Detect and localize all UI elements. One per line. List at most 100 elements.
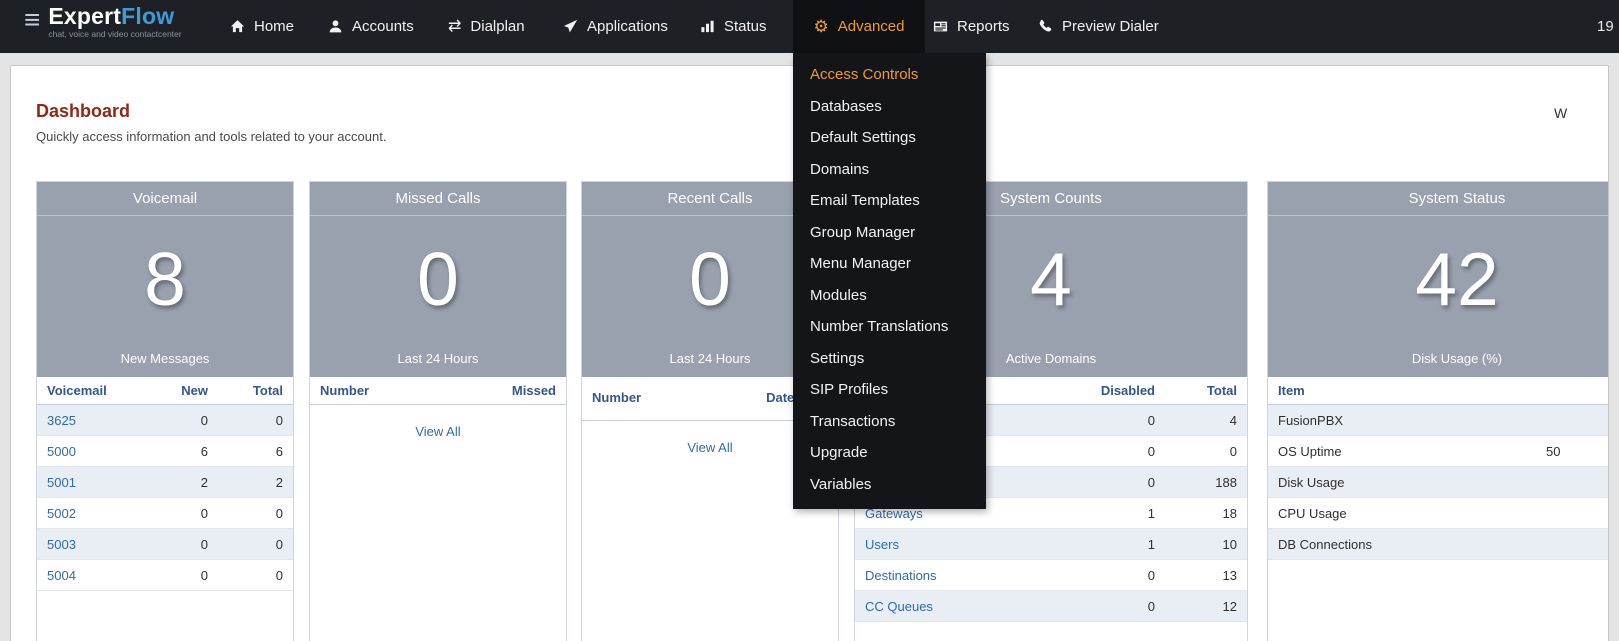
big-number: 0 [310, 216, 566, 319]
cell-new: 0 [138, 506, 208, 521]
cell-item: Users [865, 537, 1065, 552]
big-label: Disk Usage (%) [1268, 351, 1609, 366]
cell-new: 6 [138, 444, 208, 459]
cell-item: CC Queues [865, 599, 1065, 614]
cell-item: Disk Usage [1278, 475, 1546, 490]
nav-item-home[interactable]: Home [230, 0, 294, 53]
cell-total: 4 [1155, 413, 1237, 428]
brand-logo[interactable]: ≡ ExpertFlow chat, voice and video conta… [24, 5, 182, 39]
report-icon [933, 19, 948, 34]
cell-new: 0 [138, 413, 208, 428]
welcome-text: W [1554, 105, 1567, 121]
table-row: 5000 6 6 [37, 436, 293, 467]
brand-name: ExpertFlow [48, 5, 181, 28]
table-body: FusionPBX OS Uptime 50 Disk Usage CPU Us… [1268, 405, 1609, 560]
view-all-link[interactable]: View All [687, 440, 732, 455]
table-row: OS Uptime 50 [1268, 436, 1609, 467]
nav-item-status[interactable]: Status [700, 0, 767, 53]
panel-title: Missed Calls [310, 182, 566, 216]
panel-table: Number Missed View All [310, 377, 566, 641]
page-title: Dashboard [36, 101, 130, 122]
page-subtitle: Quickly access information and tools rel… [36, 129, 386, 144]
column-header-disabled: Disabled [1065, 383, 1155, 398]
panel-title: Voicemail [37, 182, 293, 216]
voicemail-extension-link[interactable]: 5004 [47, 568, 76, 583]
voicemail-extension-link[interactable]: 3625 [47, 413, 76, 428]
session-counter: 19 [1597, 0, 1614, 53]
menu-item-domains[interactable]: Domains [793, 154, 986, 186]
cell-total: 188 [1155, 475, 1237, 490]
menu-item-modules[interactable]: Modules [793, 280, 986, 312]
table-header-row: Voicemail New Total [37, 377, 293, 405]
count-item-link[interactable]: Users [865, 537, 899, 552]
cell-voicemail: 5002 [47, 506, 138, 521]
table-row: CPU Usage [1268, 498, 1609, 529]
menu-item-email-templates[interactable]: Email Templates [793, 185, 986, 217]
menu-item-access-controls[interactable]: Access Controls [793, 59, 986, 91]
table-row: 5001 2 2 [37, 467, 293, 498]
menu-item-transactions[interactable]: Transactions [793, 406, 986, 438]
big-number: 8 [37, 216, 293, 319]
cell-voicemail: 5004 [47, 568, 138, 583]
menu-item-default-settings[interactable]: Default Settings [793, 122, 986, 154]
voicemail-extension-link[interactable]: 5003 [47, 537, 76, 552]
menu-bars-icon: ≡ [24, 6, 40, 34]
nav-item-label: Dialplan [470, 18, 524, 35]
nav-item-accounts[interactable]: Accounts [328, 0, 414, 53]
count-item-link[interactable]: CC Queues [865, 599, 933, 614]
big-label: Last 24 Hours [310, 351, 566, 366]
cell-item: CPU Usage [1278, 506, 1546, 521]
cell-new: 0 [138, 537, 208, 552]
voicemail-extension-link[interactable]: 5001 [47, 475, 76, 490]
cell-item: DB Connections [1278, 537, 1546, 552]
nav-item-preview-dialer[interactable]: Preview Dialer [1038, 0, 1159, 53]
cell-disabled: 1 [1065, 537, 1155, 552]
gear-icon: ⚙ [814, 18, 829, 35]
cell-item: Destinations [865, 568, 1065, 583]
nav-item-advanced[interactable]: ⚙ Advanced [793, 0, 925, 53]
cell-total: 0 [208, 568, 283, 583]
menu-item-group-manager[interactable]: Group Manager [793, 217, 986, 249]
cell-item: FusionPBX [1278, 413, 1546, 428]
nav-item-label: Applications [587, 18, 668, 35]
table-row: Users 1 10 [855, 529, 1247, 560]
cell-total: 10 [1155, 537, 1237, 552]
voicemail-extension-link[interactable]: 5002 [47, 506, 76, 521]
table-body: 3625 0 0 5000 6 6 5001 2 2 5002 0 0 [37, 405, 293, 591]
table-row: Destinations 0 13 [855, 560, 1247, 591]
nav-item-reports[interactable]: Reports [933, 0, 1010, 53]
count-item-link[interactable]: Destinations [865, 568, 937, 583]
nav-item-label: Advanced [838, 18, 905, 35]
table-row: CC Queues 0 12 [855, 591, 1247, 622]
cell-disabled: 0 [1065, 413, 1155, 428]
menu-item-menu-manager[interactable]: Menu Manager [793, 248, 986, 280]
menu-item-variables[interactable]: Variables [793, 469, 986, 501]
nav-item-applications[interactable]: Applications [563, 0, 668, 53]
cell-voicemail: 5001 [47, 475, 138, 490]
voicemail-extension-link[interactable]: 5000 [47, 444, 76, 459]
cell-total: 2 [208, 475, 283, 490]
panel-voicemail: Voicemail 8 New Messages Voicemail New T… [36, 181, 294, 641]
brand-text: ExpertFlow chat, voice and video contact… [48, 5, 181, 39]
view-all-row: View All [310, 415, 566, 447]
cell-disabled: 0 [1065, 475, 1155, 490]
menu-item-number-translations[interactable]: Number Translations [793, 311, 986, 343]
panel-big-area: 42 Disk Usage (%) [1268, 216, 1609, 377]
panel-system-status: System Status 42 Disk Usage (%) Item Fus… [1267, 181, 1609, 641]
cell-value: 50 [1546, 444, 1609, 459]
table-row: 5004 0 0 [37, 560, 293, 591]
cell-disabled: 0 [1065, 568, 1155, 583]
cell-total: 0 [208, 413, 283, 428]
cell-item: OS Uptime [1278, 444, 1546, 459]
menu-item-databases[interactable]: Databases [793, 91, 986, 123]
table-row: Disk Usage [1268, 467, 1609, 498]
view-all-link[interactable]: View All [415, 424, 460, 439]
menu-item-settings[interactable]: Settings [793, 343, 986, 375]
column-header-item: Item [1278, 383, 1546, 398]
menu-item-sip-profiles[interactable]: SIP Profiles [793, 374, 986, 406]
table-row: DB Connections [1268, 529, 1609, 560]
top-navbar: ≡ ExpertFlow chat, voice and video conta… [0, 0, 1619, 53]
menu-item-upgrade[interactable]: Upgrade [793, 437, 986, 469]
nav-item-dialplan[interactable]: ⇄ Dialplan [448, 0, 525, 53]
cell-new: 2 [138, 475, 208, 490]
